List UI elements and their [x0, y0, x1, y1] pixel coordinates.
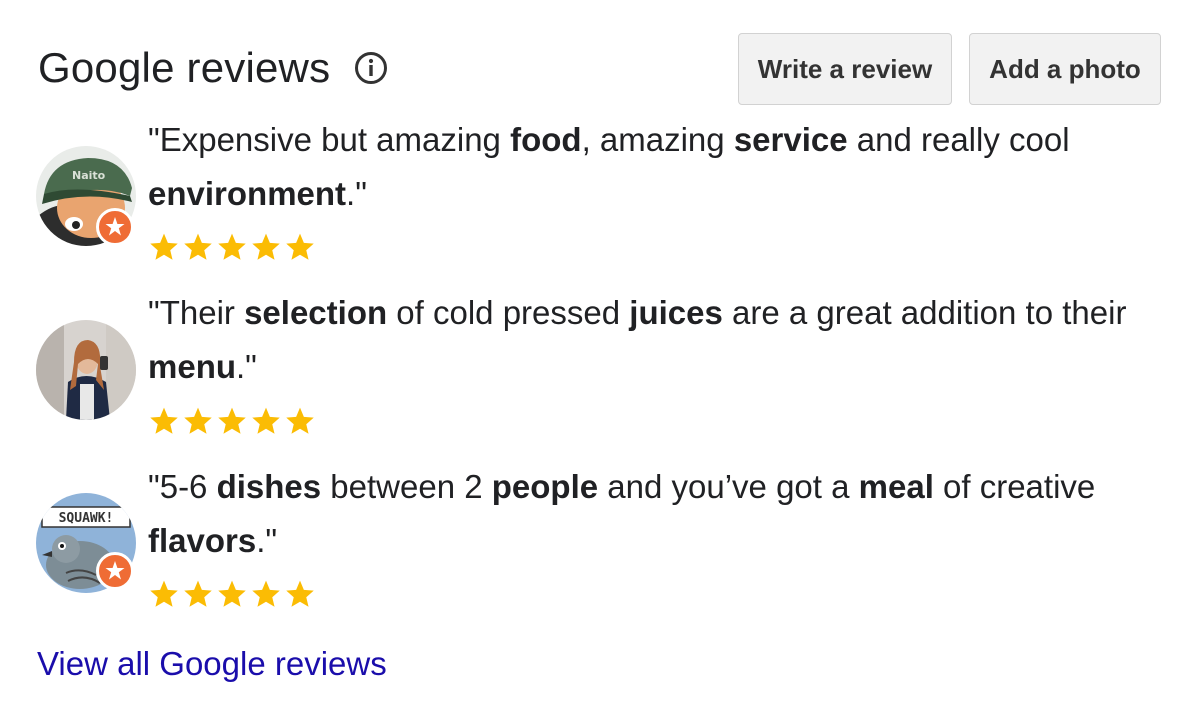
star-icon	[286, 580, 314, 607]
highlighted-keyword: meal	[858, 468, 934, 505]
highlighted-keyword: juices	[629, 294, 723, 331]
highlighted-keyword: people	[491, 468, 599, 505]
review-text-segment: between 2	[321, 468, 492, 505]
star-icon	[252, 580, 280, 607]
page-title: Google reviews	[38, 44, 331, 91]
review-text: "Expensive but amazing food, amazing ser…	[148, 113, 1178, 221]
photo-avatar-icon	[36, 320, 136, 420]
write-review-button[interactable]: Write a review	[738, 33, 952, 105]
review-text-segment: "Their	[148, 294, 245, 331]
star-rating	[148, 578, 316, 610]
review-text: "5-6 dishes between 2 people and you’ve …	[148, 460, 1178, 568]
review-text-segment: ."	[346, 175, 367, 212]
review-text-segment: are a great addition to their	[722, 294, 1127, 331]
info-icon[interactable]	[354, 51, 388, 85]
review-text-segment: and really cool	[847, 121, 1070, 158]
star-rating	[148, 231, 316, 263]
star-icon	[252, 407, 280, 434]
highlighted-keyword: flavors	[148, 522, 257, 559]
avatar-text: SQUAWK!	[59, 511, 114, 526]
star-icon	[218, 407, 246, 434]
star-icon	[286, 233, 314, 260]
highlighted-keyword: service	[733, 121, 848, 158]
star-icon	[218, 580, 246, 607]
highlighted-keyword: environment	[148, 175, 347, 212]
star-rating	[148, 405, 316, 437]
review-text-segment: of creative	[933, 468, 1096, 505]
add-photo-button[interactable]: Add a photo	[969, 33, 1161, 105]
svg-text:Naito: Naito	[72, 169, 106, 182]
review-text-segment: and you’ve got a	[598, 468, 859, 505]
review-text-segment: ."	[236, 348, 257, 385]
star-icon	[184, 407, 212, 434]
highlighted-keyword: selection	[244, 294, 388, 331]
star-icon	[184, 580, 212, 607]
reviews-header: Google reviews	[38, 44, 388, 92]
star-icon	[218, 233, 246, 260]
star-badge-icon	[105, 217, 125, 236]
star-icon	[150, 407, 178, 434]
highlighted-keyword: food	[510, 121, 582, 158]
star-icon	[150, 580, 178, 607]
highlighted-keyword: menu	[148, 348, 237, 385]
star-icon	[184, 233, 212, 260]
reviewer-avatar[interactable]	[36, 320, 136, 420]
local-guide-badge	[96, 208, 134, 246]
review-text-segment: , amazing	[581, 121, 734, 158]
review-text-segment: "Expensive but amazing	[148, 121, 511, 158]
star-badge-icon	[105, 561, 125, 580]
review-text: "Their selection of cold pressed juices …	[148, 286, 1178, 394]
review-text-segment: of cold pressed	[387, 294, 630, 331]
star-icon	[150, 233, 178, 260]
review-text-segment: "5-6	[148, 468, 217, 505]
local-guide-badge	[96, 552, 134, 590]
star-icon	[286, 407, 314, 434]
star-icon	[252, 233, 280, 260]
view-all-reviews-link[interactable]: View all Google reviews	[37, 645, 387, 683]
review-text-segment: ."	[256, 522, 278, 559]
highlighted-keyword: dishes	[216, 468, 322, 505]
